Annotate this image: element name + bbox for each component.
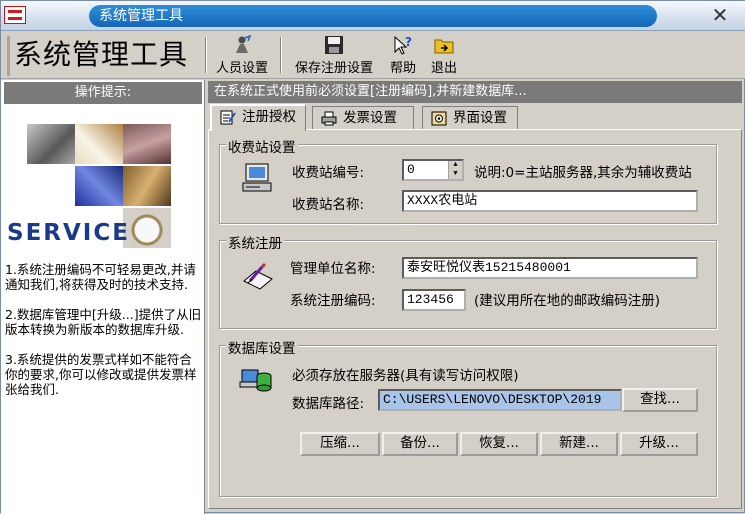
computer-icon	[240, 161, 276, 195]
toolbar-separator	[280, 37, 282, 73]
help-icon: ?	[392, 35, 414, 55]
station-name-label: 收费站名称:	[292, 197, 365, 213]
tab-invoice[interactable]: 发票设置	[312, 106, 414, 130]
help-label: 帮助	[389, 61, 416, 76]
save-icon	[323, 35, 345, 55]
station-number-label: 收费站编号:	[292, 165, 365, 181]
tip-item: 3.系统提供的发票式样如不能符合你的要求,你可以修改或提供发票样张给我们.	[5, 352, 197, 397]
registration-pen-icon	[240, 259, 276, 293]
tab-interface[interactable]: 界面设置	[422, 106, 518, 130]
title-bar[interactable]: 系统管理工具 ✕	[1, 1, 745, 31]
window-title: 系统管理工具	[89, 5, 657, 27]
new-database-button[interactable]: 新建...	[540, 432, 618, 456]
exit-icon	[433, 35, 455, 55]
close-button[interactable]: ✕	[695, 3, 745, 29]
database-path-field[interactable]: C:\USERS\LENOVO\DESKTOP\2019	[378, 389, 622, 411]
tips-heading: 操作提示:	[4, 82, 202, 104]
interface-icon	[431, 111, 447, 126]
backup-button[interactable]: 备份...	[382, 432, 458, 456]
spin-up-icon[interactable]: ▲	[449, 161, 462, 170]
svg-text:?: ?	[405, 35, 412, 49]
tip-item: 1.系统注册编码不可轻易更改,并请通知我们,将获得及时的技术支持.	[5, 262, 196, 292]
notice-bar: 在系统正式使用前必须设置[注册编码],并新建数据库...	[208, 81, 742, 103]
app-title: 系统管理工具	[7, 36, 201, 76]
station-group: 收费站设置 收费站编号: 0 ▲ ▼ 说明:0=主站服务器,其余为辅收费站 收费…	[219, 136, 717, 224]
document-edit-icon	[220, 110, 236, 125]
help-button[interactable]: ? 帮助	[386, 35, 420, 77]
printer-icon	[321, 111, 337, 126]
database-icon	[238, 364, 274, 398]
exit-label: 退出	[430, 61, 457, 76]
people-settings-label: 人员设置	[215, 61, 268, 76]
restore-button[interactable]: 恢复...	[460, 432, 538, 456]
service-logo-text: SERVICE	[7, 220, 130, 246]
tab-registration[interactable]: 注册授权	[210, 104, 306, 131]
registration-code-field[interactable]: 123456	[402, 289, 466, 311]
station-number-stepper[interactable]: 0 ▲ ▼	[402, 159, 464, 181]
save-registration-button[interactable]: 保存注册设置	[288, 35, 380, 77]
group-title: 数据库设置	[226, 337, 298, 357]
toolbar-separator	[205, 37, 207, 73]
group-title: 系统注册	[226, 232, 284, 252]
database-path-label: 数据库路径:	[292, 396, 365, 412]
tab-label: 注册授权	[242, 109, 296, 125]
people-settings-button[interactable]: 人员设置	[211, 34, 273, 77]
settings-tabs: 注册授权 发票设置 界面设置	[208, 104, 742, 131]
station-number-hint: 说明:0=主站服务器,其余为辅收费站	[474, 165, 692, 181]
registration-group: 系统注册 管理单位名称: 泰安旺悦仪表15215480001 系统注册编码: 1…	[219, 232, 717, 329]
station-number-value: 0	[407, 162, 415, 177]
compress-button[interactable]: 压缩...	[300, 432, 380, 456]
tips-panel: 操作提示: SERVICE 1.系统注册编码不可轻易更改,并请通知我们,将获得及…	[1, 80, 205, 514]
registration-tab-body: 收费站设置 收费站编号: 0 ▲ ▼ 说明:0=主站服务器,其余为辅收费站 收费…	[208, 129, 742, 509]
spin-down-icon[interactable]: ▼	[449, 170, 462, 179]
unit-name-field[interactable]: 泰安旺悦仪表15215480001	[402, 257, 698, 279]
group-title: 收费站设置	[226, 136, 298, 156]
header-toolbar: 系统管理工具 人员设置 保存注册设置 ? 帮助 退出	[1, 31, 745, 79]
tips-list: 1.系统注册编码不可轻易更改,并请通知我们,将获得及时的技术支持. 2.数据库管…	[5, 262, 203, 412]
main-window: 系统管理工具 ✕ 系统管理工具 人员设置 保存注册设置 ? 帮助 退出 操作提示…	[0, 0, 745, 514]
tip-item: 2.数据库管理中[升级...]提供了从旧版本转换为新版本的数据库升级.	[5, 307, 202, 337]
save-registration-label: 保存注册设置	[294, 61, 373, 76]
station-name-field[interactable]: XXXX农电站	[402, 190, 698, 212]
upgrade-button[interactable]: 升级...	[620, 432, 698, 456]
tab-label: 界面设置	[453, 110, 507, 126]
tab-label: 发票设置	[343, 110, 397, 126]
registration-code-label: 系统注册编码:	[290, 293, 376, 309]
people-settings-icon	[231, 34, 253, 55]
registration-code-hint: (建议用所在地的邮政编码注册)	[474, 293, 661, 309]
database-group: 数据库设置 必须存放在服务器(具有读写访问权限) 数据库路径: C:\USERS…	[219, 337, 717, 497]
spin-buttons[interactable]: ▲ ▼	[448, 161, 462, 179]
database-note: 必须存放在服务器(具有读写访问权限)	[292, 368, 519, 384]
find-button[interactable]: 查找...	[622, 388, 698, 412]
unit-name-label: 管理单位名称:	[290, 261, 376, 277]
app-logo-icon	[4, 6, 26, 24]
exit-button[interactable]: 退出	[427, 35, 461, 77]
